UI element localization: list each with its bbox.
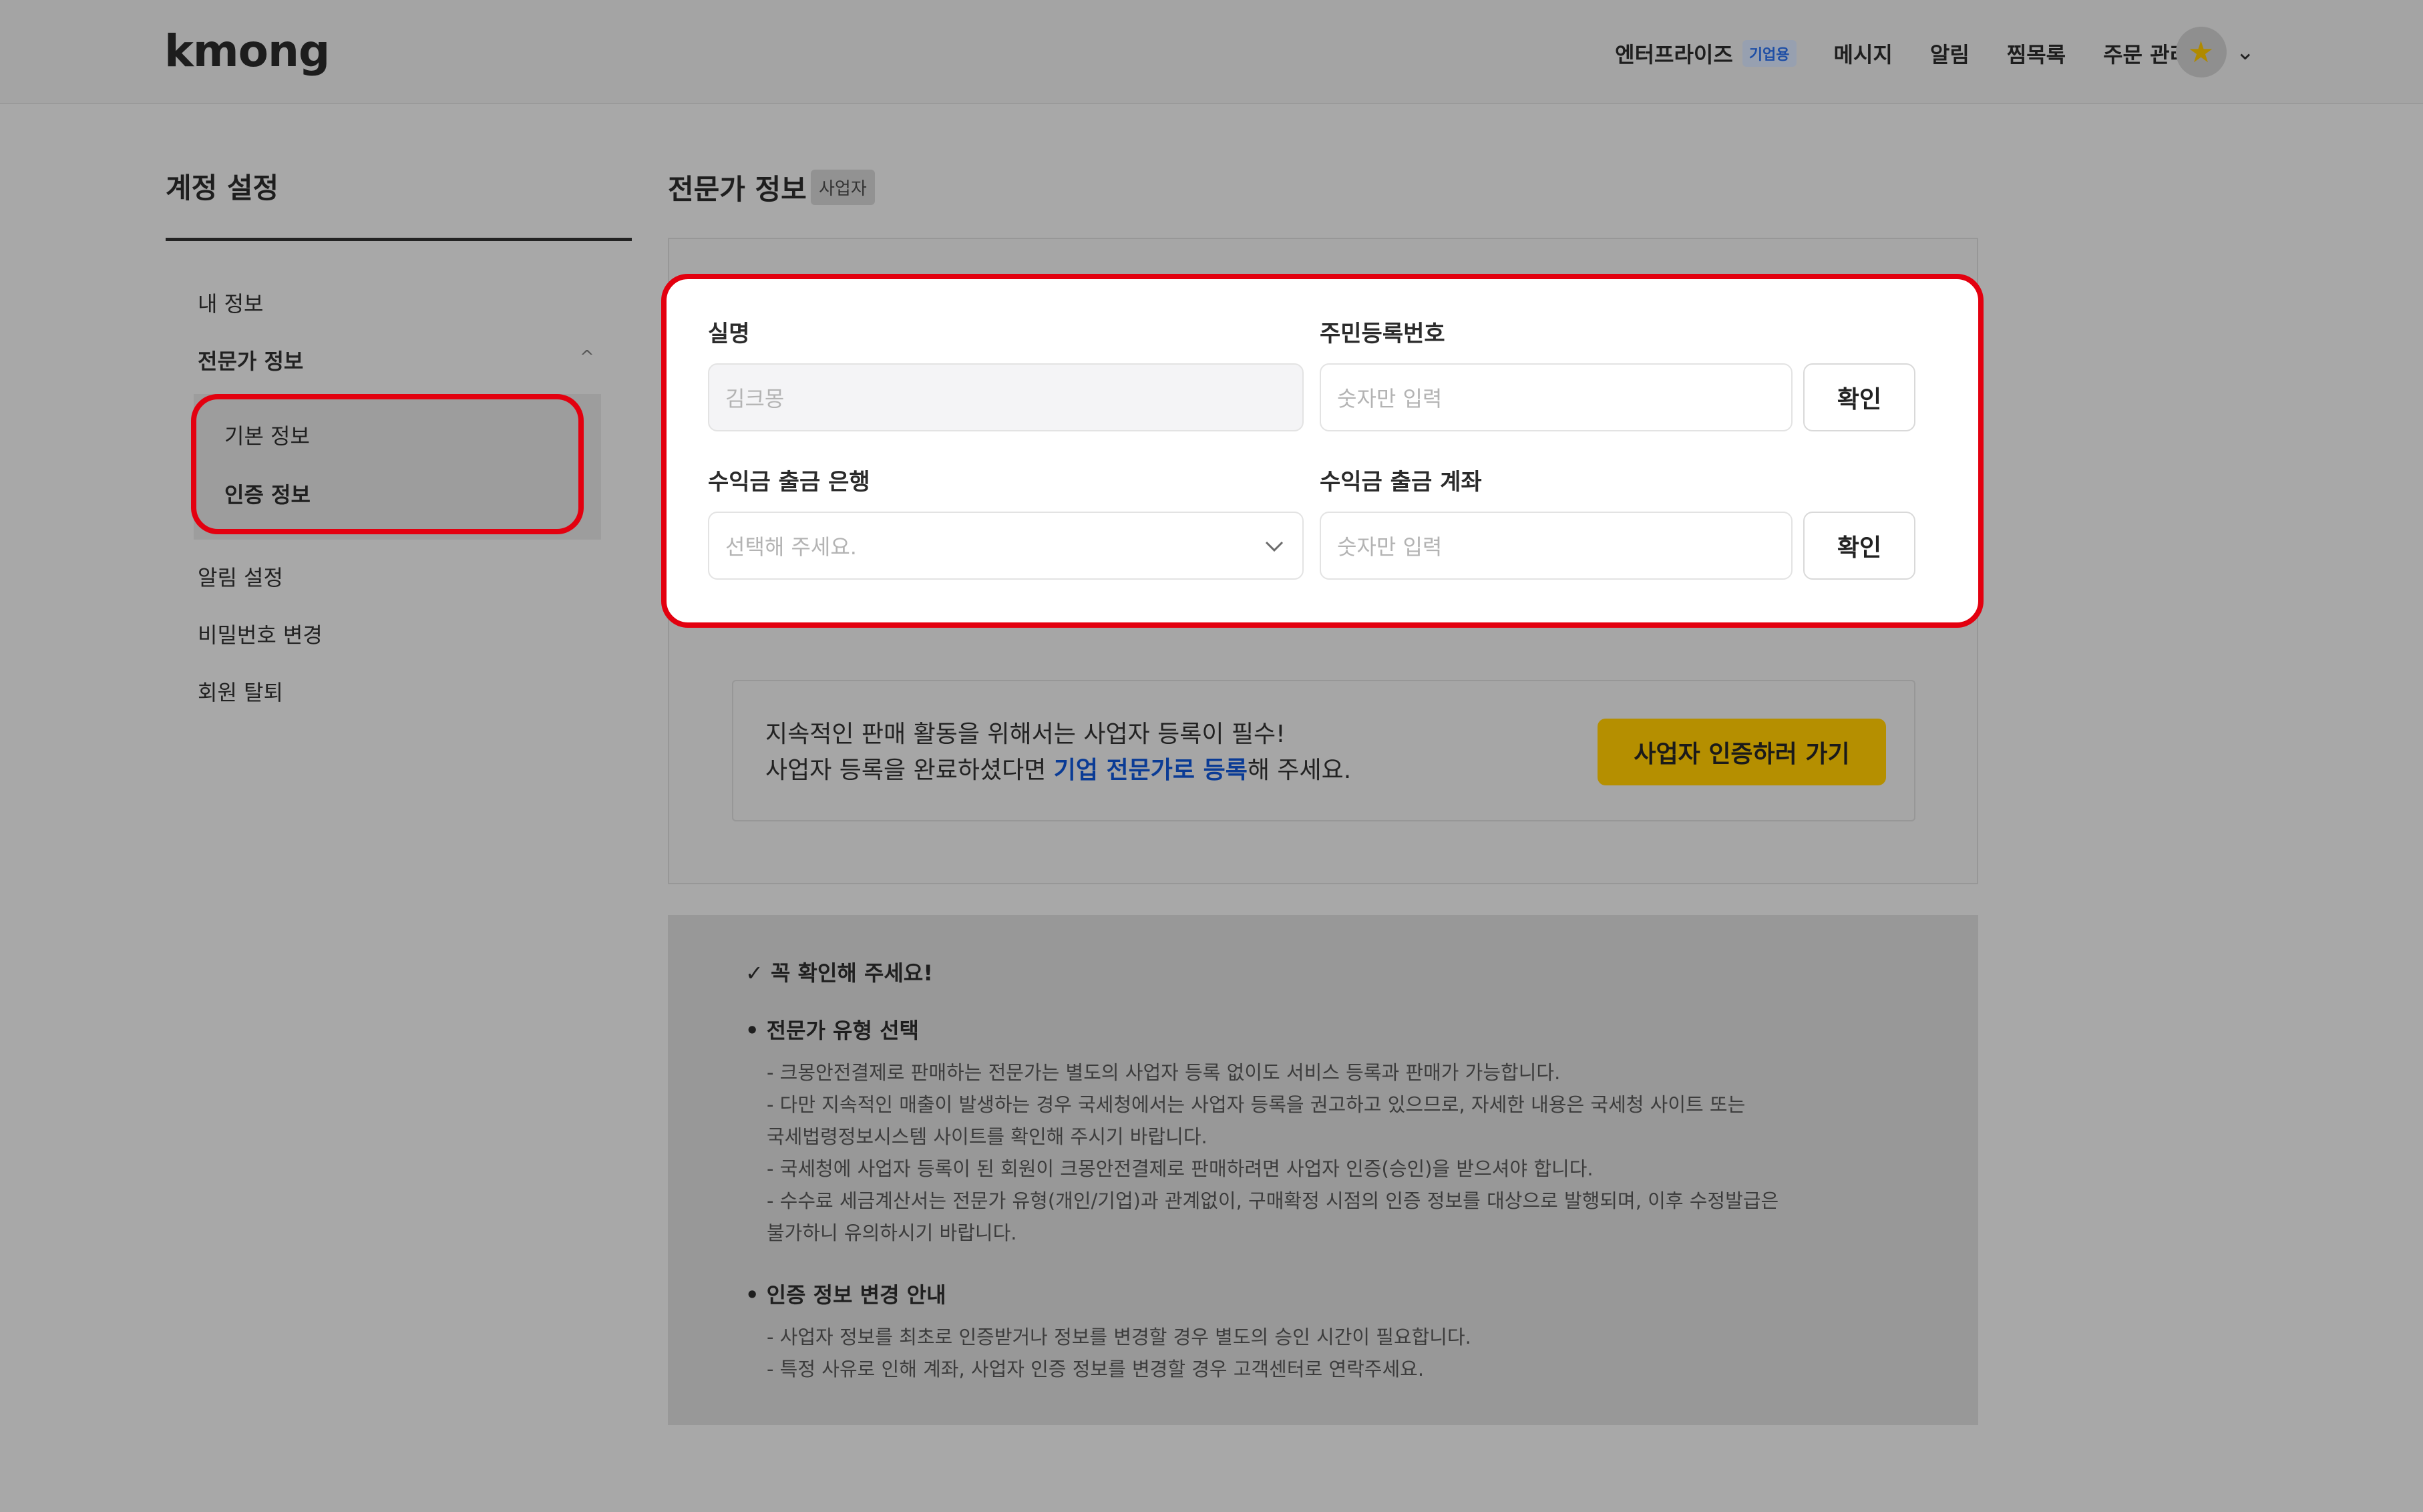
info-section-expert-type-text: - 크몽안전결제로 판매하는 전문가는 별도의 사업자 등록 없이도 서비스 등… xyxy=(767,1057,1779,1249)
chevron-up-icon[interactable]: ^ xyxy=(580,347,594,367)
sidebar-item-notification-settings[interactable]: 알림 설정 xyxy=(198,561,283,592)
bank-select[interactable]: 선택해 주세요. xyxy=(708,512,1304,580)
profile-menu[interactable]: ★ ⌄ xyxy=(2175,27,2255,77)
register-business-expert-link[interactable]: 기업 전문가로 등록 xyxy=(1054,757,1248,784)
rrn-confirm-button[interactable]: 확인 xyxy=(1803,363,1915,431)
info-section-change-guide: • 인증 정보 변경 안내 xyxy=(745,1282,946,1308)
notice-line-2-suffix: 해 주세요. xyxy=(1247,757,1352,784)
name-field: 김크몽 xyxy=(708,363,1304,431)
top-navigation-bar: kmong 엔터프라이즈 기업용 메시지 알림 찜목록 주문 관리 ★ ⌄ xyxy=(0,0,2423,104)
name-label: 실명 xyxy=(708,321,750,347)
info-line: - 특정 사유로 인해 계좌, 사업자 인증 정보를 변경할 경우 고객센터로 … xyxy=(767,1358,1425,1380)
info-line: 불가하니 유의하시기 바랍니다. xyxy=(767,1221,1017,1244)
business-verification-button[interactable]: 사업자 인증하러 가기 xyxy=(1598,719,1886,785)
business-badge: 사업자 xyxy=(811,170,875,205)
bank-select-placeholder: 선택해 주세요. xyxy=(725,534,857,560)
info-line: - 수수료 세금계산서는 전문가 유형(개인/기업)과 관계없이, 구매확정 시… xyxy=(767,1189,1779,1212)
info-line: - 사업자 정보를 최초로 인증받거나 정보를 변경할 경우 별도의 승인 시간… xyxy=(767,1326,1471,1348)
verification-form-card: 실명 김크몽 주민등록번호 숫자만 입력 확인 수익금 출금 은행 선택해 주세… xyxy=(661,274,1984,628)
star-icon: ★ xyxy=(2187,35,2215,69)
notice-line-2: 사업자 등록을 완료하셨다면 기업 전문가로 등록해 주세요. xyxy=(765,751,1351,785)
nav-notifications[interactable]: 알림 xyxy=(1930,38,1970,69)
nav-enterprise-label: 엔터프라이즈 xyxy=(1615,42,1733,67)
page-title: 전문가 정보 xyxy=(668,173,807,206)
info-title: ✓ 꼭 확인해 주세요! xyxy=(745,960,933,986)
info-line: - 크몽안전결제로 판매하는 전문가는 별도의 사업자 등록 없이도 서비스 등… xyxy=(767,1061,1561,1084)
kmong-logo[interactable]: kmong xyxy=(164,25,330,77)
nav-messages[interactable]: 메시지 xyxy=(1834,38,1893,69)
chevron-down-icon[interactable]: ⌄ xyxy=(2236,39,2255,65)
header-nav: 엔터프라이즈 기업용 메시지 알림 찜목록 주문 관리 xyxy=(1615,33,2189,73)
sidebar-item-withdraw[interactable]: 회원 탈퇴 xyxy=(198,676,283,707)
account-input[interactable]: 숫자만 입력 xyxy=(1320,512,1793,580)
chevron-down-icon xyxy=(1265,541,1284,552)
sidebar-item-change-password[interactable]: 비밀번호 변경 xyxy=(198,618,323,649)
nav-wishlist[interactable]: 찜목록 xyxy=(2007,38,2066,69)
sidebar-item-expert-info[interactable]: 전문가 정보 xyxy=(198,345,303,375)
rrn-label: 주민등록번호 xyxy=(1320,321,1445,347)
notice-line-1: 지속적인 판매 활동을 위해서는 사업자 등록이 필수! xyxy=(765,721,1286,748)
account-confirm-button[interactable]: 확인 xyxy=(1803,512,1915,580)
sidebar-title: 계정 설정 xyxy=(166,172,279,204)
sidebar-divider xyxy=(166,238,632,241)
enterprise-badge: 기업용 xyxy=(1742,40,1797,67)
info-section-expert-type: • 전문가 유형 선택 xyxy=(745,1018,919,1043)
sidebar-item-my-info[interactable]: 내 정보 xyxy=(198,287,264,318)
rrn-input[interactable]: 숫자만 입력 xyxy=(1320,363,1793,431)
info-line: - 국세청에 사업자 등록이 된 회원이 크몽안전결제로 판매하려면 사업자 인… xyxy=(767,1157,1594,1180)
business-registration-notice: 지속적인 판매 활동을 위해서는 사업자 등록이 필수! 사업자 등록을 완료하… xyxy=(732,680,1915,821)
avatar[interactable]: ★ xyxy=(2175,27,2227,77)
bank-label: 수익금 출금 은행 xyxy=(708,469,870,496)
info-line: 국세법령정보시스템 사이트를 확인해 주시기 바랍니다. xyxy=(767,1125,1207,1148)
notice-line-2-prefix: 사업자 등록을 완료하셨다면 xyxy=(765,757,1054,784)
info-section-change-guide-text: - 사업자 정보를 최초로 인증받거나 정보를 변경할 경우 별도의 승인 시간… xyxy=(767,1321,1471,1385)
account-label: 수익금 출금 계좌 xyxy=(1320,469,1482,496)
highlight-box-sidebar xyxy=(191,394,584,534)
important-info-box: ✓ 꼭 확인해 주세요! • 전문가 유형 선택 - 크몽안전결제로 판매하는 … xyxy=(668,915,1978,1425)
nav-enterprise[interactable]: 엔터프라이즈 기업용 xyxy=(1615,38,1797,69)
info-line: - 다만 지속적인 매출이 발생하는 경우 국세청에서는 사업자 등록을 권고하… xyxy=(767,1093,1746,1116)
